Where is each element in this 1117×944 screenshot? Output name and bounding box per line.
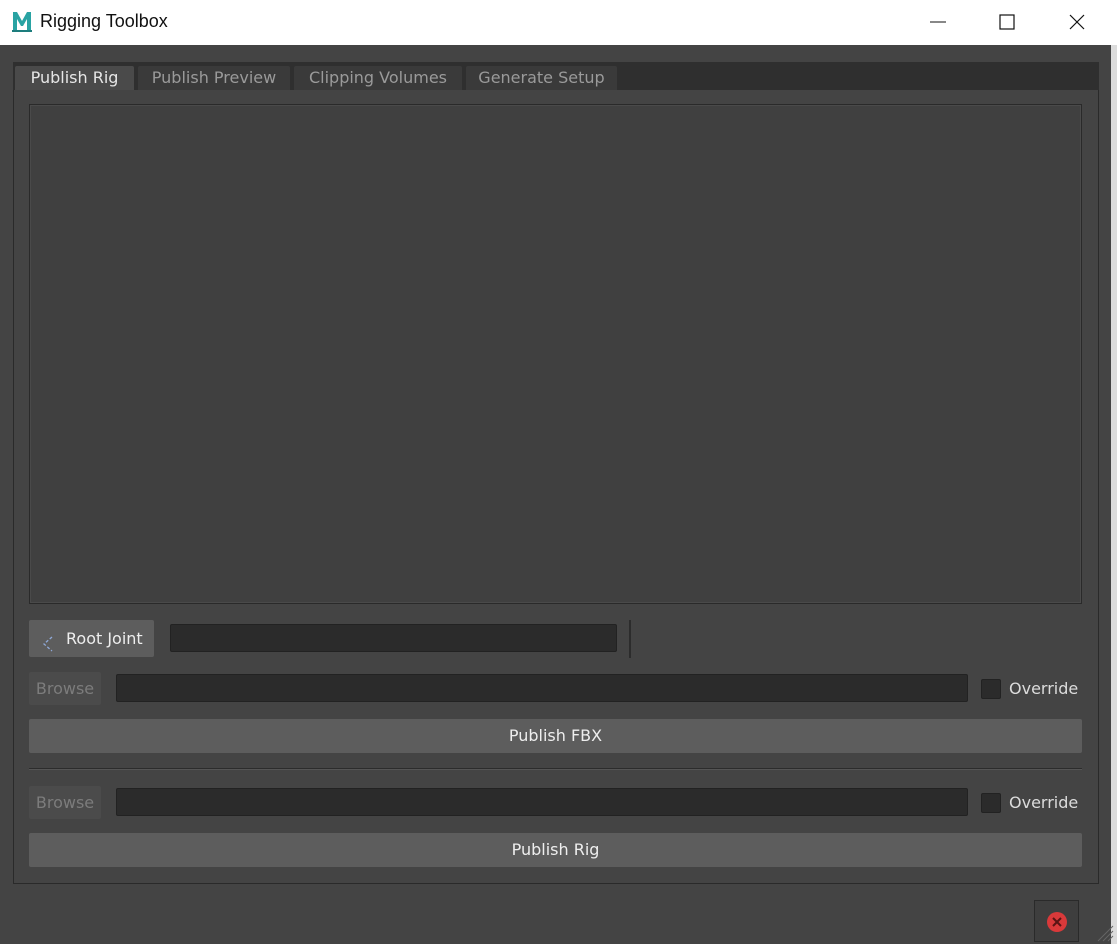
row-divider	[629, 620, 631, 658]
root-joint-label: Root Joint	[66, 629, 143, 648]
rigging-toolbox-window: Rigging Toolbox Publish Rig Publish Prev…	[0, 0, 1117, 944]
rig-path-field[interactable]	[116, 788, 968, 816]
fbx-path-field[interactable]	[116, 674, 968, 702]
tab-generate-setup[interactable]: Generate Setup	[466, 66, 617, 90]
root-joint-field[interactable]	[170, 624, 617, 652]
rig-override-label: Override	[1009, 793, 1079, 812]
stop-button[interactable]	[1034, 900, 1079, 942]
publish-rig-button[interactable]: Publish Rig	[29, 833, 1082, 867]
maximize-icon	[999, 14, 1015, 30]
tab-publish-preview[interactable]: Publish Preview	[138, 66, 290, 90]
section-separator	[29, 768, 1082, 770]
close-window-button[interactable]	[1042, 0, 1112, 45]
fbx-override-label: Override	[1009, 679, 1079, 698]
stop-close-icon	[1047, 912, 1067, 932]
maya-app-icon	[12, 10, 32, 32]
fbx-override-checkbox[interactable]	[981, 679, 1001, 699]
fbx-browse-button[interactable]: Browse	[29, 672, 101, 705]
root-joint-button[interactable]: Root Joint	[29, 620, 154, 657]
maximize-button[interactable]	[972, 0, 1042, 45]
publish-fbx-button[interactable]: Publish FBX	[29, 719, 1082, 753]
joint-arrow-icon	[41, 629, 57, 666]
title-bar: Rigging Toolbox	[0, 0, 1117, 45]
minimize-button[interactable]	[903, 0, 973, 45]
window-border	[1111, 45, 1117, 944]
minimize-icon	[930, 21, 946, 23]
window-title: Rigging Toolbox	[40, 11, 168, 31]
rig-override-checkbox[interactable]	[981, 793, 1001, 813]
tab-clipping-volumes[interactable]: Clipping Volumes	[294, 66, 462, 90]
resize-grip-icon[interactable]	[1094, 922, 1114, 942]
tab-publish-rig[interactable]: Publish Rig	[15, 66, 134, 90]
rig-browse-button[interactable]: Browse	[29, 786, 101, 819]
rig-list-view[interactable]	[29, 104, 1082, 604]
close-icon	[1069, 14, 1085, 30]
